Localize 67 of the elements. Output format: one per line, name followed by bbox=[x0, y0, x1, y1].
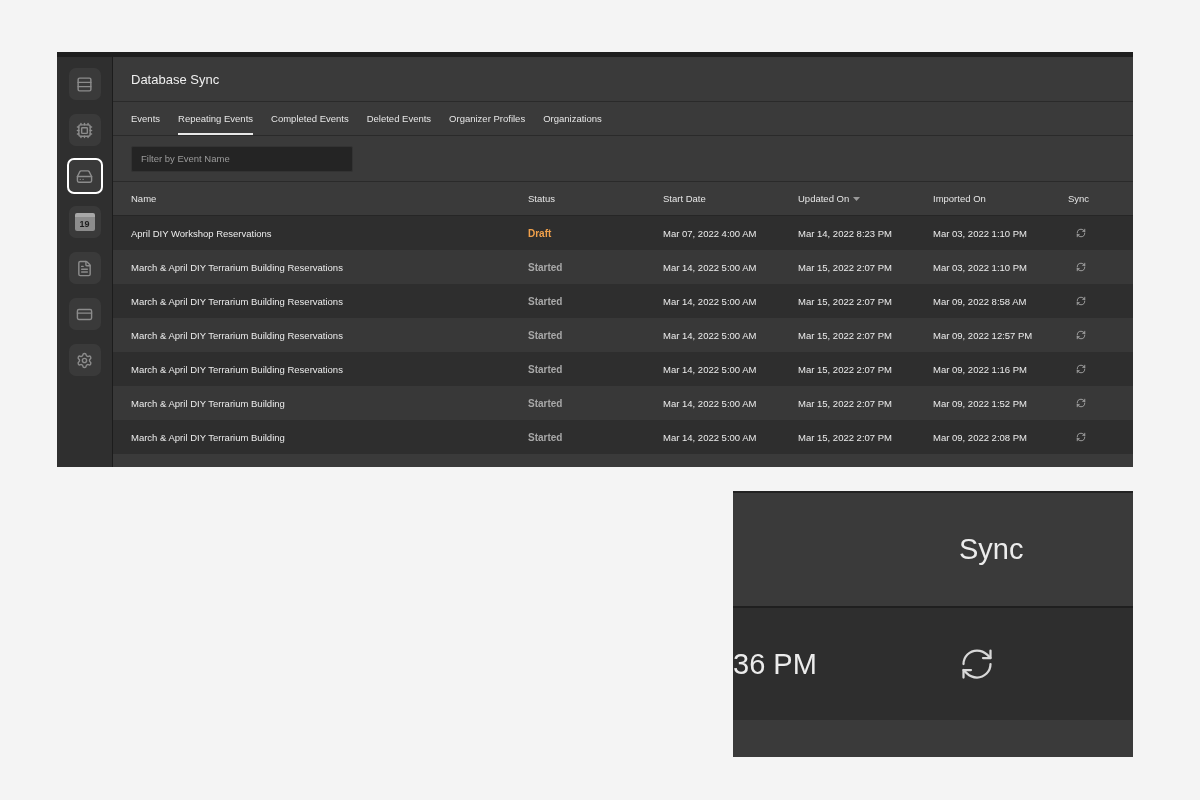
sidebar-item[interactable]: 19 bbox=[68, 206, 101, 238]
table-cell: Mar 09, 2022 2:08 PM bbox=[933, 431, 1027, 443]
sync-button[interactable] bbox=[1076, 398, 1086, 408]
table-cell: Mar 14, 2022 5:00 AM bbox=[663, 431, 757, 443]
table-cell: March & April DIY Terrarium Building bbox=[131, 397, 285, 409]
tab[interactable]: Deleted Events bbox=[366, 104, 432, 135]
table-cell: Mar 15, 2022 2:07 PM bbox=[798, 363, 892, 375]
status-label: Draft bbox=[528, 227, 552, 239]
tab[interactable]: Completed Events bbox=[271, 104, 349, 135]
column-header[interactable]: Status bbox=[528, 193, 555, 204]
table-cell: Mar 15, 2022 2:07 PM bbox=[798, 329, 892, 341]
column-header[interactable]: Start Date bbox=[663, 193, 706, 204]
table-cell: Mar 14, 2022 5:00 AM bbox=[663, 295, 757, 307]
sync-button[interactable] bbox=[1076, 296, 1086, 306]
tab[interactable]: Events bbox=[131, 104, 161, 135]
table-cell: Mar 03, 2022 1:10 PM bbox=[933, 261, 1027, 273]
sync-button[interactable] bbox=[959, 646, 995, 682]
table-cell: March & April DIY Terrarium Building bbox=[131, 431, 285, 443]
table-cell: March & April DIY Terrarium Building Reservations bbox=[131, 261, 343, 273]
table-cell: March & April DIY Terrarium Building Reservations bbox=[131, 363, 343, 375]
table-cell: Mar 14, 2022 8:23 PM bbox=[798, 227, 892, 239]
sidebar-item[interactable] bbox=[66, 158, 103, 194]
column-header[interactable]: Updated On bbox=[798, 193, 850, 204]
table-cell: April DIY Workshop Reservations bbox=[131, 227, 272, 239]
window-title: Database Sync bbox=[131, 71, 220, 87]
document-icon bbox=[76, 259, 93, 277]
table-cell: Mar 15, 2022 2:07 PM bbox=[798, 397, 892, 409]
table-cell: Mar 15, 2022 2:07 PM bbox=[798, 295, 892, 307]
column-header: Sync bbox=[959, 533, 1024, 566]
column-header[interactable]: Name bbox=[131, 193, 157, 204]
table-cell: March & April DIY Terrarium Building Reservations bbox=[131, 329, 343, 341]
status-label: Started bbox=[528, 261, 563, 273]
settings-icon bbox=[76, 351, 93, 369]
chip-icon bbox=[76, 121, 93, 139]
table-cell: Mar 09, 2022 8:58 AM bbox=[933, 295, 1027, 307]
status-label: Started bbox=[528, 431, 563, 443]
status-label: Started bbox=[528, 397, 563, 409]
rows-icon bbox=[76, 75, 93, 93]
tab[interactable]: Organizer Profiles bbox=[449, 104, 526, 135]
table-cell: Mar 09, 2022 12:57 PM bbox=[933, 329, 1033, 341]
table-cell: Mar 14, 2022 5:00 AM bbox=[663, 329, 757, 341]
table-cell: Mar 15, 2022 2:07 PM bbox=[798, 261, 892, 273]
table-cell: March & April DIY Terrarium Building Reservations bbox=[131, 295, 343, 307]
tab[interactable]: Organizations bbox=[543, 104, 602, 135]
table-cell: Mar 07, 2022 4:00 AM bbox=[663, 227, 757, 239]
tab[interactable]: Repeating Events bbox=[178, 104, 254, 135]
table-cell: 36 PM bbox=[733, 647, 817, 681]
table-cell: Mar 14, 2022 5:00 AM bbox=[663, 363, 757, 375]
column-header[interactable]: Imported On bbox=[933, 193, 986, 204]
table-cell: Mar 03, 2022 1:10 PM bbox=[933, 227, 1027, 239]
table-cell: Mar 14, 2022 5:00 AM bbox=[663, 397, 757, 409]
table-cell: Mar 09, 2022 1:16 PM bbox=[933, 363, 1027, 375]
sync-button[interactable] bbox=[1076, 432, 1086, 442]
status-label: Started bbox=[528, 329, 563, 341]
sync-button[interactable] bbox=[1076, 330, 1086, 340]
sync-button[interactable] bbox=[1076, 364, 1086, 374]
drive-icon bbox=[76, 167, 93, 185]
status-label: Started bbox=[528, 295, 563, 307]
table-cell: Mar 09, 2022 1:52 PM bbox=[933, 397, 1027, 409]
status-label: Started bbox=[528, 363, 563, 375]
table-cell: Mar 14, 2022 5:00 AM bbox=[663, 261, 757, 273]
column-header[interactable]: Sync bbox=[1068, 193, 1090, 204]
sync-button[interactable] bbox=[1076, 262, 1086, 272]
table-cell: Mar 15, 2022 2:07 PM bbox=[798, 431, 892, 443]
filter-field[interactable]: Filter by Event Name bbox=[131, 145, 353, 172]
sync-button[interactable] bbox=[1076, 228, 1086, 238]
calendar-date: 19 bbox=[79, 219, 90, 229]
